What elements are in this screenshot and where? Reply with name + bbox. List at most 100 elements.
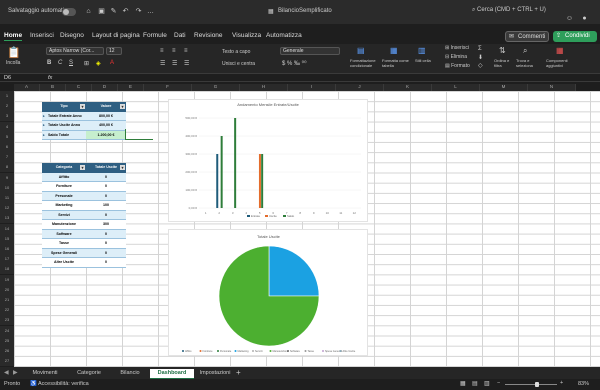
- formula-input[interactable]: [60, 74, 595, 81]
- row-header[interactable]: 18: [0, 264, 14, 275]
- bold-button[interactable]: B: [47, 60, 51, 66]
- row-header[interactable]: 6: [0, 142, 14, 152]
- name-box[interactable]: D6: [4, 75, 11, 81]
- tab-formule[interactable]: Formule: [143, 32, 167, 39]
- row-header[interactable]: 3: [0, 111, 14, 122]
- borders-icon[interactable]: ⊞: [84, 60, 89, 67]
- autosave-toggle[interactable]: [62, 8, 76, 16]
- table-format-button[interactable]: Formatta come tabella: [382, 58, 410, 68]
- align-right-icon[interactable]: ☰: [184, 60, 189, 67]
- find-icon[interactable]: ⌕: [523, 46, 527, 56]
- align-center-icon[interactable]: ☰: [172, 60, 177, 67]
- expand-icon[interactable]: ▸: [43, 112, 45, 122]
- bar-saldo[interactable]: [220, 136, 223, 208]
- sheet-tab-dashboard[interactable]: Dashboard: [150, 369, 194, 379]
- fill-icon[interactable]: ⬇: [478, 54, 483, 61]
- number-format-select[interactable]: Generale: [280, 47, 340, 55]
- filter-dropdown-icon[interactable]: ▾: [80, 104, 85, 109]
- expand-icon[interactable]: ▸: [43, 131, 45, 141]
- column-header[interactable]: B: [40, 84, 66, 91]
- bar-chart[interactable]: Andamento Mensile Entrate/Uscite 0,00 €1…: [168, 99, 368, 222]
- align-top-icon[interactable]: ≡: [160, 48, 164, 54]
- align-left-icon[interactable]: ☰: [160, 60, 165, 67]
- share-button[interactable]: ⇪ Condividi: [553, 31, 597, 42]
- row-header[interactable]: 11: [0, 193, 14, 203]
- zoom-level[interactable]: 83%: [578, 381, 589, 387]
- paste-button[interactable]: Incolla: [6, 60, 20, 66]
- tab-automatizza[interactable]: Automatizza: [266, 32, 302, 39]
- undo-icon[interactable]: ↶: [121, 7, 130, 16]
- bar-saldo[interactable]: [234, 118, 237, 208]
- font-color-icon[interactable]: A: [110, 60, 114, 66]
- row-header[interactable]: 22: [0, 305, 14, 316]
- accessibility-status[interactable]: Accessibilità: verifica: [38, 381, 89, 387]
- zoom-in-button[interactable]: +: [560, 380, 563, 386]
- align-middle-icon[interactable]: ≡: [172, 48, 176, 54]
- zoom-slider[interactable]: [505, 384, 557, 385]
- tab-layout-di-pagina[interactable]: Layout di pagina: [92, 32, 140, 39]
- row-header[interactable]: 8: [0, 162, 14, 173]
- underline-button[interactable]: S: [69, 60, 73, 66]
- row-header[interactable]: 1: [0, 91, 14, 101]
- row-header[interactable]: 23: [0, 315, 14, 326]
- format-button[interactable]: ▤ Formato: [445, 63, 470, 69]
- sort-filter-button[interactable]: Ordina e filtra: [494, 58, 514, 68]
- smiley-icon[interactable]: ☺: [565, 14, 574, 23]
- row-header[interactable]: 19: [0, 274, 14, 285]
- row-header[interactable]: 2: [0, 101, 14, 112]
- more-icon[interactable]: …: [146, 7, 155, 16]
- expand-icon[interactable]: ▸: [43, 121, 45, 131]
- sheet-tab-bilancio-mensile[interactable]: Bilancio Mensile: [112, 369, 148, 385]
- fill-color-icon[interactable]: ◈: [96, 60, 101, 67]
- font-family-select[interactable]: Aptos Narrow (Cor...: [46, 47, 104, 55]
- conditional-format-icon[interactable]: ▤: [357, 46, 365, 55]
- zoom-out-button[interactable]: −: [497, 380, 500, 386]
- paste-icon[interactable]: 📋: [7, 46, 21, 59]
- row-header[interactable]: 12: [0, 203, 14, 214]
- row-header[interactable]: 27: [0, 356, 14, 367]
- normal-view-icon[interactable]: ▦: [460, 380, 466, 387]
- fx-icon[interactable]: fx: [48, 75, 52, 81]
- find-select-button[interactable]: Trova e seleziona: [516, 58, 538, 68]
- row-header[interactable]: 10: [0, 182, 14, 193]
- cell-styles-icon[interactable]: ▥: [418, 46, 426, 55]
- addins-button[interactable]: Componenti aggiuntivi: [546, 58, 576, 68]
- insert-button[interactable]: ⊞ Inserisci: [445, 45, 469, 51]
- comments-button[interactable]: ✉ Commenti: [505, 31, 549, 42]
- row-header[interactable]: 25: [0, 335, 14, 346]
- italic-button[interactable]: C: [58, 60, 62, 66]
- sheet-tab-categorie[interactable]: Categorie: [68, 369, 110, 379]
- addins-icon[interactable]: ▦: [556, 46, 564, 55]
- column-header[interactable]: E: [118, 84, 144, 91]
- add-sheet-button[interactable]: +: [236, 368, 241, 377]
- row-header[interactable]: 24: [0, 325, 14, 336]
- edit-icon[interactable]: ✎: [109, 7, 118, 16]
- sheet-tab-movimenti[interactable]: Movimenti: [24, 369, 66, 379]
- row-header[interactable]: 14: [0, 223, 14, 234]
- zoom-slider-handle[interactable]: [535, 382, 539, 387]
- column-header[interactable]: G: [192, 84, 240, 91]
- column-header[interactable]: I: [288, 84, 336, 91]
- wrap-text-button[interactable]: Testo a capo: [222, 49, 250, 55]
- filter-dropdown-icon[interactable]: ▾: [120, 165, 125, 170]
- tab-visualizza[interactable]: Visualizza: [232, 32, 261, 39]
- clear-icon[interactable]: ◇: [478, 62, 483, 69]
- bar-saldo[interactable]: [261, 154, 264, 208]
- home-icon[interactable]: ⌂: [84, 7, 93, 16]
- font-size-select[interactable]: 12: [106, 47, 122, 55]
- column-header[interactable]: F: [144, 84, 192, 91]
- tab-revisione[interactable]: Revisione: [194, 32, 223, 39]
- column-header[interactable]: H: [240, 84, 288, 91]
- row-header[interactable]: 20: [0, 284, 14, 295]
- merge-center-button[interactable]: Unisci e centra: [222, 61, 255, 67]
- column-header[interactable]: N: [528, 84, 576, 91]
- column-header[interactable]: A: [14, 84, 40, 91]
- tab-scroll-right-icon[interactable]: ▶: [13, 369, 18, 376]
- conditional-format-button[interactable]: Formattazione condizionale: [350, 58, 378, 68]
- search-field[interactable]: ⌕ Cerca (CMD + CTRL + U): [472, 7, 546, 14]
- row-header[interactable]: 26: [0, 346, 14, 356]
- row-header[interactable]: 13: [0, 213, 14, 224]
- row-header[interactable]: 9: [0, 172, 14, 183]
- tab-dati[interactable]: Dati: [174, 32, 186, 39]
- sort-filter-icon[interactable]: ⇅: [499, 46, 506, 55]
